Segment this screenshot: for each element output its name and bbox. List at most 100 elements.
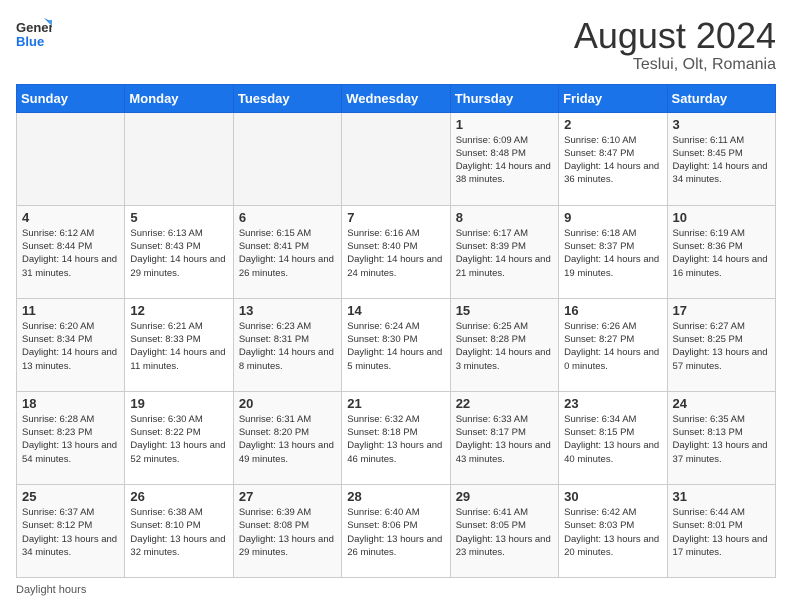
day-info: Sunrise: 6:12 AM Sunset: 8:44 PM Dayligh… — [22, 227, 119, 280]
day-number: 25 — [22, 489, 119, 504]
day-number: 29 — [456, 489, 553, 504]
calendar-cell: 19 Sunrise: 6:30 AM Sunset: 8:22 PM Dayli… — [125, 391, 233, 484]
day-number: 6 — [239, 210, 336, 225]
day-info: Sunrise: 6:26 AM Sunset: 8:27 PM Dayligh… — [564, 320, 661, 373]
day-number: 10 — [673, 210, 770, 225]
day-info: Sunrise: 6:19 AM Sunset: 8:36 PM Dayligh… — [673, 227, 770, 280]
day-number: 7 — [347, 210, 444, 225]
calendar-day-header: Tuesday — [233, 84, 341, 112]
day-number: 15 — [456, 303, 553, 318]
svg-text:Blue: Blue — [16, 34, 44, 49]
month-year: August 2024 — [574, 16, 776, 56]
calendar-cell: 25 Sunrise: 6:37 AM Sunset: 8:12 PM Dayli… — [17, 484, 125, 577]
day-number: 11 — [22, 303, 119, 318]
day-number: 20 — [239, 396, 336, 411]
calendar-cell: 16 Sunrise: 6:26 AM Sunset: 8:27 PM Dayli… — [559, 298, 667, 391]
calendar-day-header: Friday — [559, 84, 667, 112]
logo: General Blue — [16, 16, 52, 52]
day-number: 31 — [673, 489, 770, 504]
day-number: 5 — [130, 210, 227, 225]
calendar-cell — [125, 112, 233, 205]
calendar-cell: 1 Sunrise: 6:09 AM Sunset: 8:48 PM Daylig… — [450, 112, 558, 205]
calendar-cell — [342, 112, 450, 205]
day-info: Sunrise: 6:41 AM Sunset: 8:05 PM Dayligh… — [456, 506, 553, 559]
day-number: 21 — [347, 396, 444, 411]
calendar-cell: 21 Sunrise: 6:32 AM Sunset: 8:18 PM Dayli… — [342, 391, 450, 484]
calendar-cell: 7 Sunrise: 6:16 AM Sunset: 8:40 PM Daylig… — [342, 205, 450, 298]
location: Teslui, Olt, Romania — [574, 56, 776, 74]
day-info: Sunrise: 6:21 AM Sunset: 8:33 PM Dayligh… — [130, 320, 227, 373]
day-info: Sunrise: 6:40 AM Sunset: 8:06 PM Dayligh… — [347, 506, 444, 559]
day-number: 2 — [564, 117, 661, 132]
calendar-cell: 24Sunrise: 6:35 AM Sunset: 8:13 PM Dayli… — [667, 391, 775, 484]
day-info: Sunrise: 6:42 AM Sunset: 8:03 PM Dayligh… — [564, 506, 661, 559]
calendar-cell: 10 Sunrise: 6:19 AM Sunset: 8:36 PM Dayli… — [667, 205, 775, 298]
day-number: 12 — [130, 303, 227, 318]
calendar-cell: 6Sunrise: 6:15 AM Sunset: 8:41 PM Daylig… — [233, 205, 341, 298]
day-info: Sunrise: 6:31 AM Sunset: 8:20 PM Dayligh… — [239, 413, 336, 466]
calendar-cell: 4Sunrise: 6:12 AM Sunset: 8:44 PM Daylig… — [17, 205, 125, 298]
calendar-cell: 13Sunrise: 6:23 AM Sunset: 8:31 PM Dayli… — [233, 298, 341, 391]
calendar-cell: 22 Sunrise: 6:33 AM Sunset: 8:17 PM Dayli… — [450, 391, 558, 484]
day-info: Sunrise: 6:09 AM Sunset: 8:48 PM Dayligh… — [456, 134, 553, 187]
calendar-cell: 17 Sunrise: 6:27 AM Sunset: 8:25 PM Dayli… — [667, 298, 775, 391]
calendar-cell: 20 Sunrise: 6:31 AM Sunset: 8:20 PM Dayli… — [233, 391, 341, 484]
day-info: Sunrise: 6:27 AM Sunset: 8:25 PM Dayligh… — [673, 320, 770, 373]
day-number: 30 — [564, 489, 661, 504]
day-number: 23 — [564, 396, 661, 411]
day-number: 26 — [130, 489, 227, 504]
calendar-cell: 15 Sunrise: 6:25 AM Sunset: 8:28 PM Dayli… — [450, 298, 558, 391]
day-number: 1 — [456, 117, 553, 132]
calendar-cell: 12 Sunrise: 6:21 AM Sunset: 8:33 PM Dayli… — [125, 298, 233, 391]
day-info: Sunrise: 6:16 AM Sunset: 8:40 PM Dayligh… — [347, 227, 444, 280]
day-info: Sunrise: 6:35 AM Sunset: 8:13 PM Dayligh… — [673, 413, 770, 466]
day-info: Sunrise: 6:25 AM Sunset: 8:28 PM Dayligh… — [456, 320, 553, 373]
calendar-header-row: SundayMondayTuesdayWednesdayThursdayFrid… — [17, 84, 776, 112]
calendar-cell: 8Sunrise: 6:17 AM Sunset: 8:39 PM Daylig… — [450, 205, 558, 298]
calendar-day-header: Monday — [125, 84, 233, 112]
day-info: Sunrise: 6:11 AM Sunset: 8:45 PM Dayligh… — [673, 134, 770, 187]
calendar-cell: 3 Sunrise: 6:11 AM Sunset: 8:45 PM Daylig… — [667, 112, 775, 205]
calendar-day-header: Thursday — [450, 84, 558, 112]
day-number: 3 — [673, 117, 770, 132]
day-info: Sunrise: 6:32 AM Sunset: 8:18 PM Dayligh… — [347, 413, 444, 466]
calendar-day-header: Wednesday — [342, 84, 450, 112]
page: General Blue August 2024 Teslui, Olt, Ro… — [0, 0, 792, 612]
logo-bird-icon: General Blue — [16, 16, 52, 52]
footer: Daylight hours — [16, 584, 776, 596]
day-info: Sunrise: 6:39 AM Sunset: 8:08 PM Dayligh… — [239, 506, 336, 559]
day-info: Sunrise: 6:38 AM Sunset: 8:10 PM Dayligh… — [130, 506, 227, 559]
calendar-table: SundayMondayTuesdayWednesdayThursdayFrid… — [16, 84, 776, 578]
day-info: Sunrise: 6:13 AM Sunset: 8:43 PM Dayligh… — [130, 227, 227, 280]
calendar-cell: 23 Sunrise: 6:34 AM Sunset: 8:15 PM Dayli… — [559, 391, 667, 484]
day-number: 14 — [347, 303, 444, 318]
day-info: Sunrise: 6:30 AM Sunset: 8:22 PM Dayligh… — [130, 413, 227, 466]
day-info: Sunrise: 6:28 AM Sunset: 8:23 PM Dayligh… — [22, 413, 119, 466]
day-info: Sunrise: 6:34 AM Sunset: 8:15 PM Dayligh… — [564, 413, 661, 466]
calendar-cell: 5 Sunrise: 6:13 AM Sunset: 8:43 PM Daylig… — [125, 205, 233, 298]
calendar-cell: 30 Sunrise: 6:42 AM Sunset: 8:03 PM Dayli… — [559, 484, 667, 577]
calendar-cell — [233, 112, 341, 205]
calendar-day-header: Saturday — [667, 84, 775, 112]
day-info: Sunrise: 6:37 AM Sunset: 8:12 PM Dayligh… — [22, 506, 119, 559]
calendar-week-row: 11Sunrise: 6:20 AM Sunset: 8:34 PM Dayli… — [17, 298, 776, 391]
calendar-week-row: 4Sunrise: 6:12 AM Sunset: 8:44 PM Daylig… — [17, 205, 776, 298]
calendar-cell: 29 Sunrise: 6:41 AM Sunset: 8:05 PM Dayli… — [450, 484, 558, 577]
day-number: 22 — [456, 396, 553, 411]
calendar-cell: 11Sunrise: 6:20 AM Sunset: 8:34 PM Dayli… — [17, 298, 125, 391]
day-info: Sunrise: 6:17 AM Sunset: 8:39 PM Dayligh… — [456, 227, 553, 280]
calendar-week-row: 25 Sunrise: 6:37 AM Sunset: 8:12 PM Dayli… — [17, 484, 776, 577]
day-number: 19 — [130, 396, 227, 411]
day-number: 16 — [564, 303, 661, 318]
calendar-cell: 28 Sunrise: 6:40 AM Sunset: 8:06 PM Dayli… — [342, 484, 450, 577]
day-info: Sunrise: 6:10 AM Sunset: 8:47 PM Dayligh… — [564, 134, 661, 187]
day-number: 13 — [239, 303, 336, 318]
calendar-cell — [17, 112, 125, 205]
day-info: Sunrise: 6:33 AM Sunset: 8:17 PM Dayligh… — [456, 413, 553, 466]
daylight-label: Daylight hours — [16, 584, 86, 596]
day-number: 28 — [347, 489, 444, 504]
title-block: August 2024 Teslui, Olt, Romania — [574, 16, 776, 74]
calendar-cell: 31Sunrise: 6:44 AM Sunset: 8:01 PM Dayli… — [667, 484, 775, 577]
calendar-cell: 26 Sunrise: 6:38 AM Sunset: 8:10 PM Dayli… — [125, 484, 233, 577]
day-number: 17 — [673, 303, 770, 318]
